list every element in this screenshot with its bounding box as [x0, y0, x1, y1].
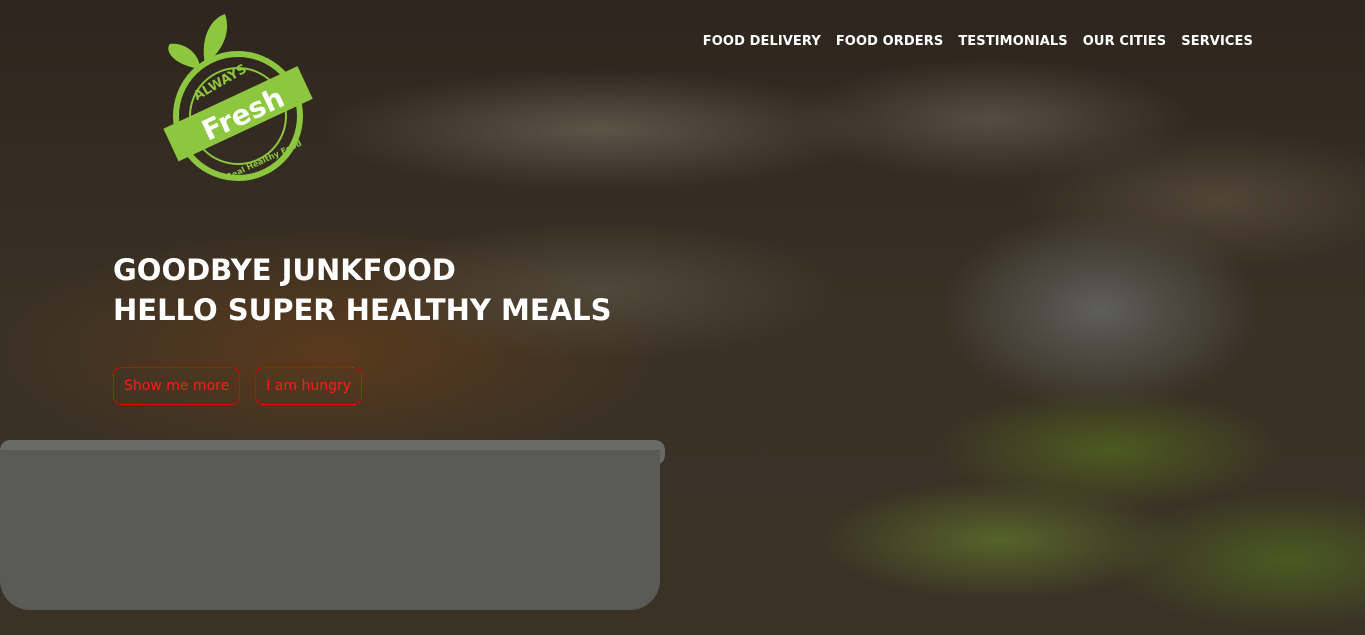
always-fresh-logo[interactable]: ALWAYS Fresh Real Healthy Food	[160, 14, 315, 184]
nav-food-orders[interactable]: FOOD ORDERS	[836, 34, 944, 49]
hero-line-2: HELLO SUPER HEALTHY MEALS	[113, 293, 612, 327]
hero-section: GOODBYE JUNKFOOD HELLO SUPER HEALTHY MEA…	[113, 250, 612, 405]
nav-testimonials[interactable]: TESTIMONIALS	[958, 34, 1067, 49]
hero-heading: GOODBYE JUNKFOOD HELLO SUPER HEALTHY MEA…	[113, 250, 612, 330]
hero-line-1: GOODBYE JUNKFOOD	[113, 253, 456, 287]
show-me-more-button[interactable]: Show me more	[113, 367, 241, 405]
main-nav: FOOD DELIVERY FOOD ORDERS TESTIMONIALS O…	[703, 34, 1253, 49]
nav-food-delivery[interactable]: FOOD DELIVERY	[703, 34, 821, 49]
nav-our-cities[interactable]: OUR CITIES	[1083, 34, 1166, 49]
nav-services[interactable]: SERVICES	[1181, 34, 1253, 49]
dish-decoration-body	[0, 450, 660, 610]
i-am-hungry-button[interactable]: I am hungry	[255, 367, 362, 405]
